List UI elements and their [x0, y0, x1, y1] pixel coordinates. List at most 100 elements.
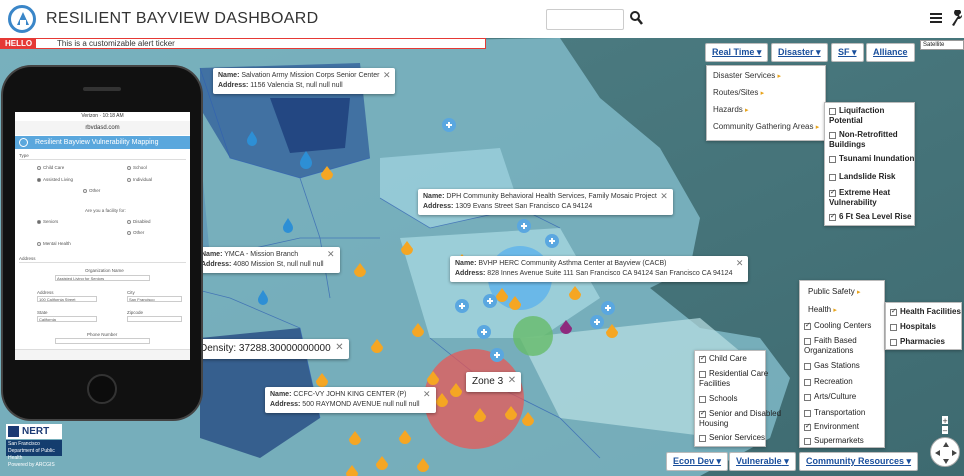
- phone-home-button[interactable]: [87, 374, 117, 404]
- checkbox-schools[interactable]: [699, 396, 706, 403]
- checkbox-recreation[interactable]: [804, 379, 811, 386]
- satellite-toggle[interactable]: Satellite: [920, 40, 964, 50]
- menu-item-hazards[interactable]: Hazards ▸: [707, 105, 755, 114]
- menu-item-disaster-services[interactable]: Disaster Services ▸: [707, 71, 787, 80]
- map-popup[interactable]: Name: Salvation Army Mission Corps Senio…: [213, 68, 396, 94]
- density-popup[interactable]: Density: 37288.30000000000 ✕: [194, 339, 349, 359]
- checkbox-environment[interactable]: [804, 422, 811, 431]
- hazard-layers-menu: Liquifaction Potential Non-Retrofitted B…: [824, 102, 915, 226]
- checkbox-extreme-heat[interactable]: [829, 188, 836, 197]
- search-icon[interactable]: [629, 10, 643, 26]
- checkbox-liquifaction[interactable]: [829, 108, 836, 115]
- layer-label: Tsunami Inundation: [839, 154, 915, 163]
- logo-icon: [8, 5, 36, 33]
- checkbox-senior-services[interactable]: [699, 435, 706, 442]
- chevron-right-icon: ▸: [745, 107, 749, 114]
- radio-assisted-living[interactable]: [37, 178, 41, 182]
- checkbox-pharmacies[interactable]: [890, 339, 897, 346]
- popup-name: CCFC-VY JOHN KING CENTER (P): [293, 391, 407, 398]
- disaster-label: Disaster: [778, 47, 814, 57]
- checkbox-senior-disabled[interactable]: [699, 409, 706, 418]
- radio-child-care[interactable]: [37, 166, 41, 170]
- radio-individual[interactable]: [127, 178, 131, 182]
- close-icon[interactable]: ✕: [736, 258, 744, 268]
- community-resources-button[interactable]: Community Resources ▾: [799, 452, 919, 471]
- phone-browser-toolbar[interactable]: [15, 349, 190, 360]
- checkbox-sea-level-rise[interactable]: [829, 212, 836, 221]
- phone-phone-field[interactable]: [55, 338, 150, 344]
- menu-item-community-gathering[interactable]: Community Gathering Areas ▸: [707, 122, 825, 131]
- phone-state-field[interactable]: California: [37, 316, 97, 322]
- checkbox-residential-care[interactable]: [699, 371, 706, 378]
- phone-speaker: [83, 87, 121, 91]
- vulnerable-button[interactable]: Vulnerable ▾: [729, 452, 796, 471]
- radio-facility-other[interactable]: [127, 231, 131, 235]
- phone-org-name-field[interactable]: Assisted Living for Seniors: [55, 275, 150, 281]
- menu-icon[interactable]: [930, 12, 942, 24]
- divider: [19, 262, 186, 263]
- phone-zip-field[interactable]: [127, 316, 182, 322]
- checkbox-landslide[interactable]: [829, 174, 836, 181]
- phone-field-value: California: [39, 317, 56, 322]
- phone-section-address: Address: [19, 256, 36, 261]
- radio-disabled[interactable]: [127, 220, 131, 224]
- radio-seniors[interactable]: [37, 220, 41, 224]
- phone-address-field[interactable]: 100 California Street: [37, 296, 97, 302]
- search-input[interactable]: [546, 9, 624, 30]
- layer-label: Buildings: [829, 140, 866, 149]
- menu-item-label: Public Safety: [808, 287, 855, 296]
- alliance-button[interactable]: Alliance: [866, 43, 915, 62]
- checkbox-hospitals[interactable]: [890, 324, 897, 331]
- radio-other[interactable]: [83, 189, 87, 193]
- checkbox-transportation[interactable]: [804, 410, 811, 417]
- phone-option: Assisted Living: [43, 177, 74, 182]
- econ-dev-button[interactable]: Econ Dev ▾: [666, 452, 729, 471]
- checkbox-child-care[interactable]: [699, 354, 706, 363]
- checkbox-supermarkets[interactable]: [804, 438, 811, 445]
- popup-name-label: Name:: [423, 193, 445, 200]
- close-icon[interactable]: ✕: [383, 70, 391, 80]
- menu-item-public-safety[interactable]: Public Safety ▸: [808, 287, 860, 298]
- close-icon[interactable]: ✕: [327, 249, 335, 259]
- wrench-icon[interactable]: [949, 10, 963, 26]
- disaster-button[interactable]: Disaster ▾: [771, 43, 828, 62]
- zone-popup[interactable]: Zone 3 ✕: [466, 372, 522, 392]
- checkbox-faith-based[interactable]: [804, 338, 811, 345]
- checkbox-tsunami[interactable]: [829, 156, 836, 163]
- phone-screen: Verizon · 10:18 AM rbvdasd.com Resilient…: [15, 112, 190, 360]
- real-time-label: Real Time: [712, 47, 755, 57]
- checkbox-arts-culture[interactable]: [804, 394, 811, 401]
- close-icon[interactable]: ✕: [423, 389, 431, 399]
- map-popup[interactable]: Name: DPH Community Behavioral Health Se…: [418, 189, 673, 215]
- radio-mental-health[interactable]: [37, 242, 41, 246]
- phone-city-field[interactable]: San Francisco: [127, 296, 182, 302]
- phone-section-type: Type: [19, 153, 29, 158]
- phone-time: 10:18 AM: [102, 113, 124, 119]
- chevron-right-icon: ▸: [815, 124, 820, 131]
- top-bar: RESILIENT BAYVIEW DASHBOARD: [0, 0, 964, 38]
- layer-label: Potential: [829, 116, 863, 125]
- checkbox-health-facilities[interactable]: [890, 307, 897, 316]
- menu-item-label: Disaster Services: [713, 71, 776, 80]
- radio-school[interactable]: [127, 166, 131, 170]
- map-popup[interactable]: Name: YMCA - Mission Branch Address: 408…: [196, 247, 340, 273]
- compass-icon[interactable]: [930, 437, 960, 467]
- checkbox-non-retrofitted[interactable]: [829, 132, 836, 139]
- checkbox-gas-stations[interactable]: [804, 363, 811, 370]
- phone-field-label: State: [37, 310, 48, 315]
- map-popup[interactable]: Name: CCFC-VY JOHN KING CENTER (P) Addre…: [265, 387, 436, 413]
- checkbox-cooling-centers[interactable]: [804, 321, 811, 330]
- menu-item-health[interactable]: Health ▸: [808, 305, 837, 316]
- real-time-button[interactable]: Real Time ▾: [705, 43, 769, 62]
- close-icon[interactable]: ✕: [335, 341, 343, 355]
- density-text: Density: 37288.30000000000: [200, 343, 331, 354]
- chevron-right-icon: ▸: [833, 307, 837, 314]
- map-popup[interactable]: Name: BVHP HERC Community Asthma Center …: [450, 256, 749, 282]
- layer-label: Faith Based: [814, 336, 857, 345]
- phone-url-bar[interactable]: rbvdasd.com: [15, 121, 190, 135]
- logo-icon: [19, 138, 28, 147]
- close-icon[interactable]: ✕: [660, 191, 668, 201]
- menu-item-routes-sites[interactable]: Routes/Sites ▸: [707, 88, 770, 97]
- sf-button[interactable]: SF ▾: [831, 43, 864, 62]
- close-icon[interactable]: ✕: [508, 374, 516, 388]
